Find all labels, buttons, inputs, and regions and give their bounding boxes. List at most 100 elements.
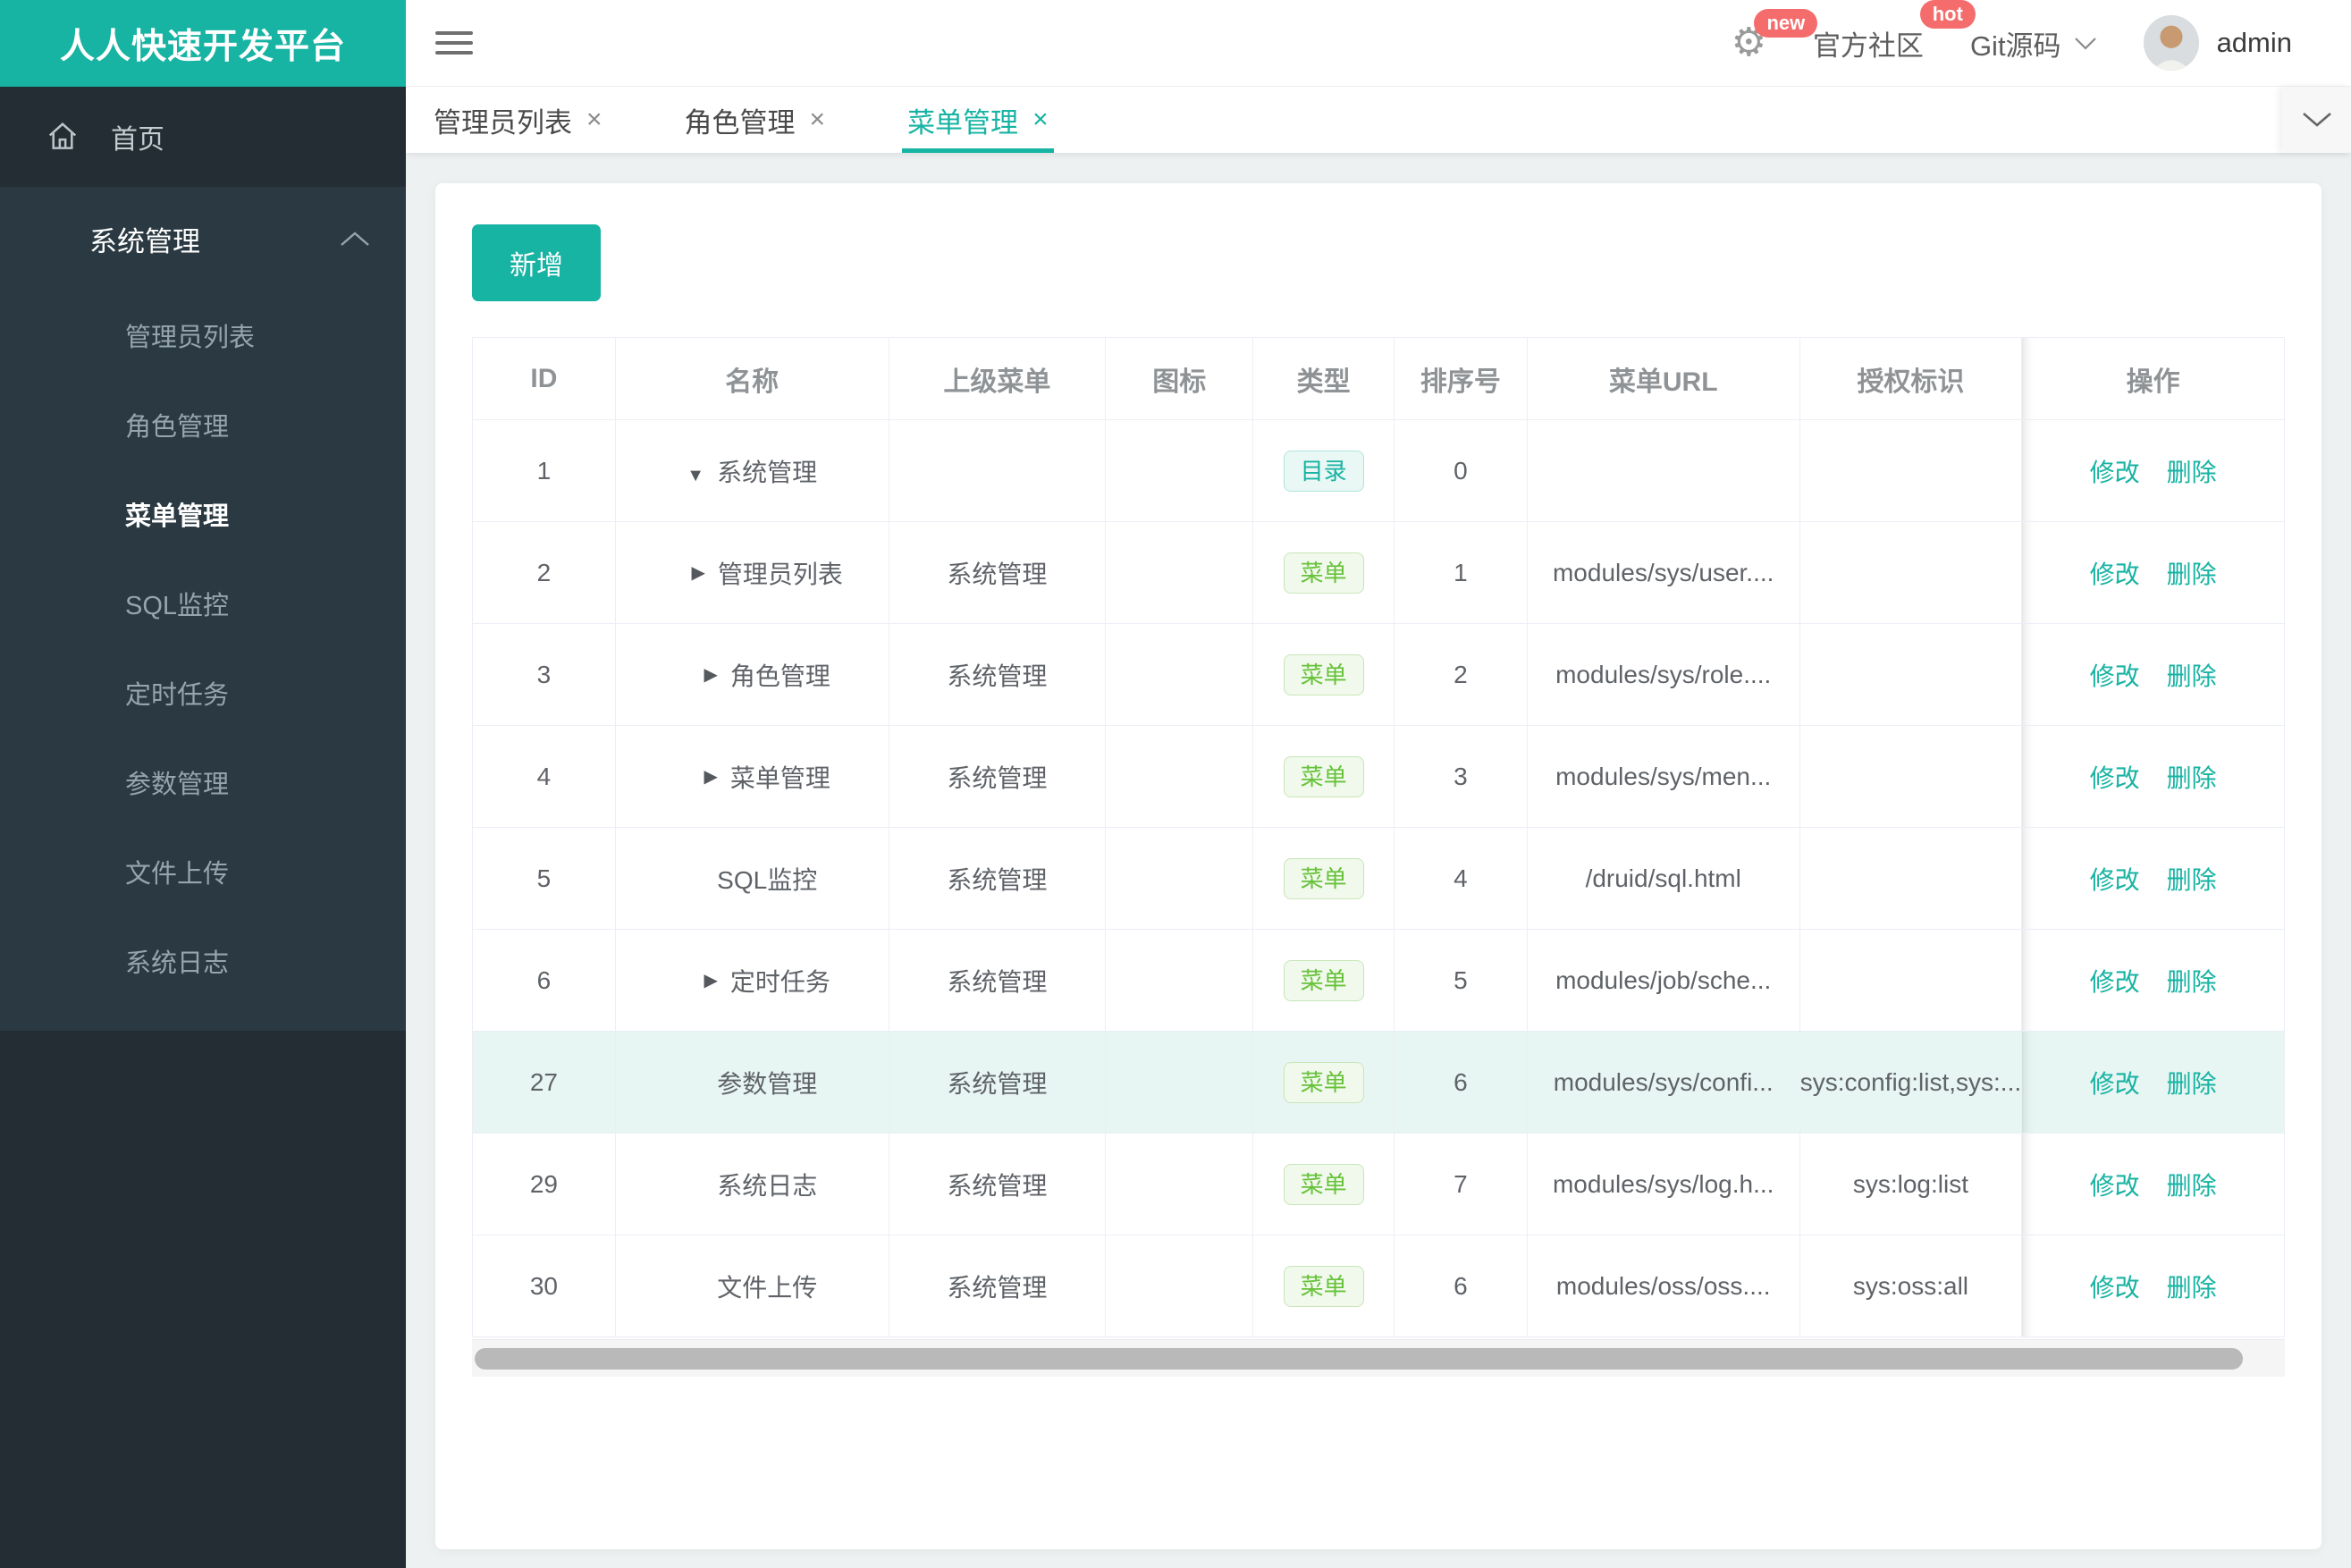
column-header-4: 类型: [1253, 338, 1395, 420]
tree-expand-icon[interactable]: ▼: [687, 466, 704, 485]
tab-close-icon[interactable]: ×: [1032, 105, 1049, 135]
tab-label: 管理员列表: [434, 106, 572, 139]
cell-id: 5: [473, 828, 616, 930]
cell-id: 3: [473, 624, 616, 726]
delete-link[interactable]: 删除: [2167, 1167, 2217, 1202]
menu-name-text: 菜单管理: [729, 763, 830, 792]
delete-link[interactable]: 删除: [2167, 453, 2217, 489]
cell-parent: 系统管理: [889, 522, 1107, 624]
column-header-6: 菜单URL: [1527, 338, 1800, 420]
horizontal-scrollbar-thumb[interactable]: [475, 1348, 2243, 1370]
cell-parent: 系统管理: [889, 1032, 1107, 1134]
name-content: 参数管理: [717, 1065, 817, 1100]
edit-link[interactable]: 修改: [2090, 1065, 2140, 1100]
menu-toggle-icon[interactable]: [435, 25, 473, 61]
cell-type: 菜单: [1253, 1032, 1395, 1134]
cell-type: 菜单: [1253, 522, 1395, 624]
name-content: ▶ 定时任务: [704, 963, 830, 999]
cell-order: 2: [1395, 624, 1528, 726]
chevron-down-icon: [2074, 37, 2096, 50]
tab-list-dropdown-button[interactable]: [2282, 87, 2351, 153]
sidebar-item-4[interactable]: 定时任务: [0, 648, 406, 738]
sidebar-item-0[interactable]: 管理员列表: [0, 291, 406, 380]
avatar-image: [2143, 15, 2199, 71]
tree-expand-icon[interactable]: ▶: [704, 663, 717, 686]
tab-1[interactable]: 角色管理 ×: [685, 87, 826, 153]
type-tag: 菜单: [1283, 1163, 1364, 1205]
cell-type: 菜单: [1253, 1134, 1395, 1235]
edit-link[interactable]: 修改: [2090, 1269, 2140, 1304]
delete-link[interactable]: 删除: [2167, 657, 2217, 693]
tab-close-icon[interactable]: ×: [810, 105, 826, 135]
git-source-dropdown[interactable]: Git源码: [1970, 23, 2097, 63]
delete-link[interactable]: 删除: [2167, 759, 2217, 795]
cell-icon: [1106, 1235, 1254, 1337]
sidebar-item-7[interactable]: 系统日志: [0, 916, 406, 1006]
type-tag: 目录: [1283, 450, 1364, 492]
user-menu[interactable]: admin: [2143, 15, 2292, 71]
sidebar-item-2[interactable]: 菜单管理: [0, 469, 406, 559]
edit-link[interactable]: 修改: [2090, 555, 2140, 591]
tab-0[interactable]: 管理员列表 ×: [434, 87, 602, 153]
cell-actions: 修改 删除: [2022, 726, 2285, 828]
sidebar-item-home[interactable]: 首页: [0, 87, 406, 187]
cell-icon: [1106, 828, 1254, 930]
cell-url: modules/oss/oss....: [1527, 1235, 1800, 1337]
git-source-label: Git源码: [1969, 30, 2061, 62]
delete-link[interactable]: 删除: [2167, 963, 2217, 999]
cell-actions: 修改 删除: [2022, 624, 2285, 726]
sidebar-item-3[interactable]: SQL监控: [0, 559, 406, 648]
edit-link[interactable]: 修改: [2090, 453, 2140, 489]
cell-name: 参数管理: [615, 1032, 889, 1134]
delete-link[interactable]: 删除: [2167, 555, 2217, 591]
tab-2[interactable]: 菜单管理 ×: [902, 87, 1054, 153]
cell-icon: [1106, 624, 1254, 726]
edit-link[interactable]: 修改: [2090, 657, 2140, 693]
cell-order: 7: [1395, 1134, 1528, 1235]
delete-link[interactable]: 删除: [2167, 861, 2217, 897]
delete-link[interactable]: 删除: [2167, 1269, 2217, 1304]
edit-link[interactable]: 修改: [2090, 861, 2140, 897]
community-link[interactable]: 官方社区 hot: [1812, 0, 1976, 63]
menu-name-text: 定时任务: [729, 967, 830, 996]
table-row: 5 SQL监控 系统管理 菜单 4/druid/sql.html 修改 删除: [473, 828, 2285, 930]
cell-actions: 修改 删除: [2022, 1032, 2285, 1134]
table-row: 27 参数管理 系统管理 菜单 6 modules/sys/confi... sys:con…: [473, 1032, 2285, 1134]
tree-expand-icon[interactable]: ▶: [691, 561, 704, 584]
type-tag: 菜单: [1283, 552, 1364, 594]
community-label: 官方社区: [1812, 30, 1924, 62]
sidebar-submenu: 管理员列表 角色管理 菜单管理 SQL监控 定时任务 参数管理 文件上传 系统日志: [0, 291, 406, 1006]
cell-actions: 修改 删除: [2022, 828, 2285, 930]
delete-link[interactable]: 删除: [2167, 1065, 2217, 1100]
add-button[interactable]: 新增: [472, 224, 601, 301]
sidebar-menu-group: 系统管理 管理员列表 角色管理 菜单管理 SQL监控 定时任务 参数管理 文件上传 系统日志: [0, 187, 406, 1031]
edit-link[interactable]: 修改: [2090, 1167, 2140, 1202]
cell-parent: [889, 420, 1107, 522]
settings-button[interactable]: ⚙ new: [1731, 9, 1818, 63]
cell-url: modules/sys/role....: [1527, 624, 1800, 726]
name-content: 文件上传: [717, 1269, 817, 1304]
cell-order: 5: [1395, 930, 1528, 1032]
tab-close-icon[interactable]: ×: [586, 105, 602, 135]
tree-expand-icon[interactable]: ▶: [704, 969, 717, 991]
sidebar: 人人快速开发平台 首页 系统管理 管理员列表 角色管理 菜单管理 SQL监控 定时任务参…: [0, 0, 406, 1568]
cell-perms: [1799, 828, 2023, 930]
name-content: SQL监控: [717, 861, 817, 897]
table-row: 30 文件上传 系统管理 菜单 6 modules/oss/oss.... sys:oss:…: [473, 1235, 2285, 1337]
name-content: ▶ 菜单管理: [704, 759, 830, 795]
tab-bar: 管理员列表 × 角色管理 × 菜单管理 ×: [406, 87, 2351, 153]
sidebar-item-1[interactable]: 角色管理: [0, 380, 406, 469]
cell-url: /druid/sql.html: [1527, 828, 1800, 930]
tree-expand-icon[interactable]: ▶: [704, 765, 717, 788]
table-row: 3 ▶ 角色管理 系统管理 菜单 2 modules/sys/role.... 修改 删除: [473, 624, 2285, 726]
edit-link[interactable]: 修改: [2090, 759, 2140, 795]
chevron-up-icon: [341, 232, 369, 246]
sidebar-group-system[interactable]: 系统管理: [0, 187, 406, 291]
menu-name-text: SQL监控: [717, 865, 818, 894]
cell-name: SQL监控: [615, 828, 889, 930]
cell-perms: [1799, 522, 2023, 624]
sidebar-item-6[interactable]: 文件上传: [0, 827, 406, 916]
edit-link[interactable]: 修改: [2090, 963, 2140, 999]
cell-type: 菜单: [1253, 828, 1395, 930]
sidebar-item-5[interactable]: 参数管理: [0, 738, 406, 827]
